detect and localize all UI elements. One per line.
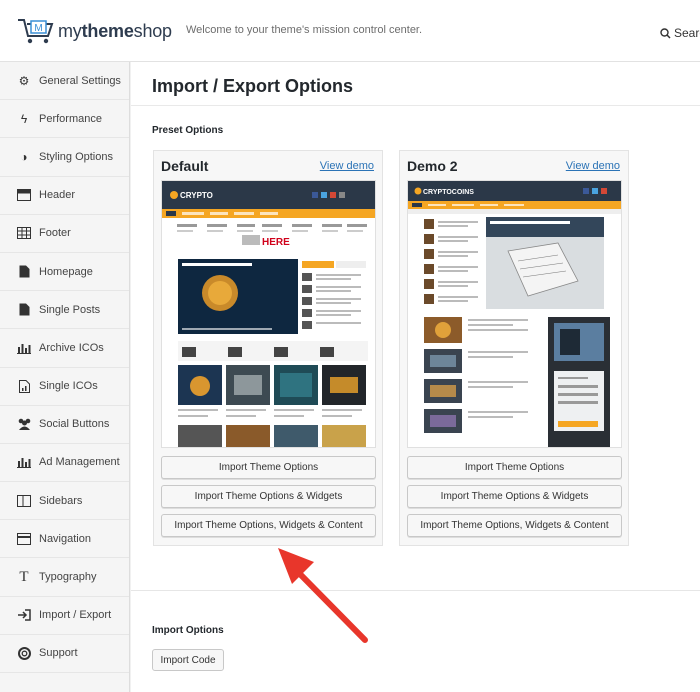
import-theme-options-button[interactable]: Import Theme Options: [407, 456, 622, 479]
bar-chart-icon: [16, 340, 32, 356]
sidebar-item-performance[interactable]: ϟ Performance: [0, 100, 129, 139]
demo-card-default: Default View demo CRYPTO HERE Import The…: [153, 150, 383, 546]
demo-card-demo-2: Demo 2 View demo CRYPTOCOINS Import Them…: [399, 150, 629, 546]
navigation-icon: [16, 531, 32, 547]
demo-preview-image: CRYPTO HERE: [162, 181, 375, 447]
table-icon: [16, 225, 32, 241]
import-theme-options-widgets-content-button[interactable]: Import Theme Options, Widgets & Content: [161, 514, 376, 537]
title-divider: [131, 105, 700, 106]
brand-name: mythemeshop: [58, 20, 172, 41]
svg-text:CRYPTOCOINS: CRYPTOCOINS: [423, 189, 474, 196]
half-circle-icon: ◑: [20, 149, 28, 164]
top-header: M mythemeshop Welcome to your theme's mi…: [0, 0, 700, 62]
main-panel: Import / Export Options Preset Options D…: [131, 62, 700, 692]
sidebar-item-typography[interactable]: T Typography: [0, 558, 129, 597]
text-icon: T: [19, 568, 29, 585]
import-code-button[interactable]: Import Code: [152, 649, 224, 671]
demo-name: Demo 2: [407, 158, 458, 174]
import-theme-options-widgets-button[interactable]: Import Theme Options & Widgets: [161, 485, 376, 508]
document-chart-icon: [16, 378, 32, 394]
demo-name: Default: [161, 158, 209, 174]
bar-chart-icon: [16, 454, 32, 470]
sidebar-item-header[interactable]: Header: [0, 177, 129, 215]
demo-preview-thumbnail[interactable]: CRYPTOCOINS: [407, 180, 622, 448]
sidebar-item-support[interactable]: Support: [0, 635, 129, 673]
view-demo-link[interactable]: View demo: [320, 160, 374, 172]
header-layout-icon: [16, 187, 32, 203]
sidebar-item-import-export[interactable]: Import / Export: [0, 597, 129, 635]
lifebuoy-icon: [16, 645, 32, 661]
view-demo-link[interactable]: View demo: [566, 160, 620, 172]
sidebar-item-ad-management[interactable]: Ad Management: [0, 444, 129, 483]
cart-logo-icon: M: [18, 19, 54, 44]
import-options-heading: Import Options: [152, 625, 224, 636]
mythemeshop-logo[interactable]: M mythemeshop: [16, 16, 172, 46]
sidebar-item-footer[interactable]: Footer: [0, 215, 129, 253]
sign-in-icon: [16, 607, 32, 623]
sidebar-item-navigation[interactable]: Navigation: [0, 520, 129, 559]
bolt-icon: ϟ: [20, 111, 28, 126]
demo-preview-thumbnail[interactable]: CRYPTO HERE: [161, 180, 376, 448]
sidebar-item-single-posts[interactable]: Single Posts: [0, 291, 129, 330]
document-icon: [16, 264, 32, 280]
users-icon: [16, 416, 32, 432]
logo-letter: M: [34, 23, 42, 34]
sidebar-item-archive-icos[interactable]: Archive ICOs: [0, 329, 129, 368]
preset-options-heading: Preset Options: [152, 125, 224, 136]
header-tagline: Welcome to your theme's mission control …: [186, 24, 423, 36]
columns-icon: [16, 493, 32, 509]
demo-preview-image: CRYPTOCOINS: [408, 181, 621, 447]
svg-text:CRYPTO: CRYPTO: [180, 191, 213, 200]
svg-text:HERE: HERE: [262, 237, 290, 248]
sidebar-item-general-settings[interactable]: ⚙ General Settings: [0, 62, 129, 101]
section-divider: [131, 590, 700, 591]
import-theme-options-button[interactable]: Import Theme Options: [161, 456, 376, 479]
sidebar-item-homepage[interactable]: Homepage: [0, 253, 129, 292]
page-title: Import / Export Options: [152, 76, 353, 96]
options-sidebar: ⚙ General Settings ϟ Performance ◑ Styling …: [0, 62, 130, 692]
sidebar-item-styling-options[interactable]: ◑ Styling Options: [0, 138, 129, 177]
sidebar-item-single-icos[interactable]: Single ICOs: [0, 368, 129, 406]
sidebar-item-social-buttons[interactable]: Social Buttons: [0, 406, 129, 444]
sidebar-item-sidebars[interactable]: Sidebars: [0, 482, 129, 521]
import-theme-options-widgets-content-button[interactable]: Import Theme Options, Widgets & Content: [407, 514, 622, 537]
search-label: Search: [674, 26, 700, 40]
document-icon: [16, 302, 32, 318]
search-button[interactable]: Search: [660, 26, 700, 40]
import-theme-options-widgets-button[interactable]: Import Theme Options & Widgets: [407, 485, 622, 508]
search-icon: [660, 27, 671, 39]
gear-icon: ⚙: [18, 73, 30, 88]
